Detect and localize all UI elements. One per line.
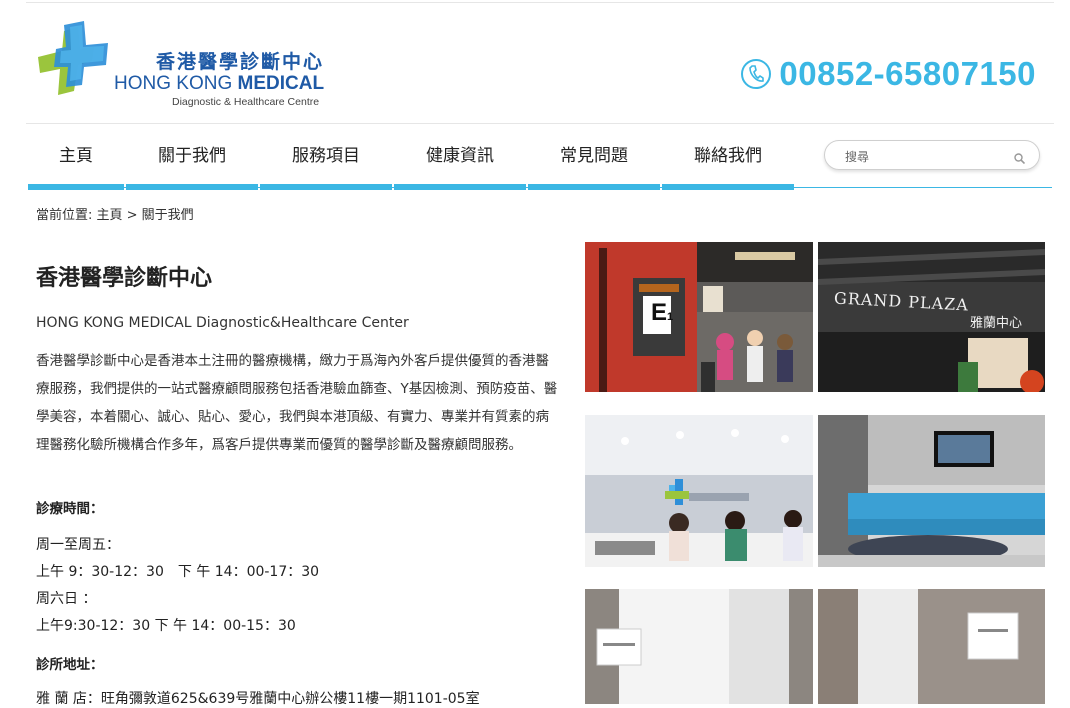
saturday-hours: 上午9:30-12：30 下 午 14：00-15：30 [36,618,296,634]
nav-item-about[interactable]: 關于我們 [126,128,258,190]
logo-english-bold: MEDICAL [237,73,325,94]
nav-item-health-info[interactable]: 健康資訊 [394,128,526,190]
phone-icon [741,59,772,89]
photo-waiting-room [818,415,1045,567]
logo-english-prefix: HONG KONG [114,73,238,94]
page: 香港醫學診斷中心 HONG KONG MEDICAL Diagnostic & … [0,0,1070,707]
saturday-label: 周六日 ： [36,591,97,607]
logo-english-name: HONG KONG MEDICAL [114,73,324,95]
hours-heading: 診療時間： [36,501,104,517]
grand-plaza-chinese-sign: 雅蘭中心 [970,316,1023,331]
weekday-label: 周一至周五： [36,537,120,553]
phone-contact[interactable]: 00852-65807150 [741,55,1036,93]
breadcrumb: 當前位置: 主頁 > 關于我們 [36,208,194,223]
logo-subtitle: Diagnostic & Healthcare Centre [172,96,320,108]
address-heading: 診所地址： [36,657,104,673]
nav-item-home[interactable]: 主頁 [28,128,124,190]
english-name: HONG KONG MEDICAL Diagnostic&Healthcare … [36,315,409,331]
phone-number: 00852-65807150 [779,55,1036,92]
nav-item-faq[interactable]: 常見問題 [528,128,660,190]
floor-sign: E1 [651,299,673,327]
intro-paragraph: 香港醫學診斷中心是香港本土注冊的醫療機構，緻力于爲海內外客戶提供優質的香港醫療服… [36,353,558,453]
weekday-hours: 上午 9：30-12：30 下 午 14：00-17：30 [36,564,320,580]
logo-chinese-name: 香港醫學診斷中心 [156,51,325,73]
logo-cross-icon [38,21,108,95]
photo-reception [585,415,813,567]
main-nav: 主頁 關于我們 服務項目 健康資訊 常見問題 聯絡我們 [28,128,1052,190]
search-icon[interactable] [1014,149,1026,168]
page-title: 香港醫學診斷中心 [36,266,213,291]
photo-grand-plaza: GRAND PLAZA 雅蘭中心 [818,242,1045,392]
photo-office-door [818,589,1045,704]
photo-consult-room [585,589,813,704]
photo-building-entrance: E1 [585,242,813,392]
site-logo[interactable]: 香港醫學診斷中心 HONG KONG MEDICAL Diagnostic & … [34,21,334,111]
site-header: 香港醫學診斷中心 HONG KONG MEDICAL Diagnostic & … [26,3,1054,124]
nav-item-services[interactable]: 服務項目 [260,128,392,190]
search-box [824,140,1040,170]
nav-item-contact[interactable]: 聯絡我們 [662,128,794,190]
floor-sign-letter: E [651,299,668,326]
address-text: 雅 蘭 店：旺角彌敦道625&639号雅蘭中心辦公樓11樓一期1101-05室 [36,691,480,707]
floor-sign-number: 1 [667,311,674,323]
search-input[interactable] [843,147,1007,167]
